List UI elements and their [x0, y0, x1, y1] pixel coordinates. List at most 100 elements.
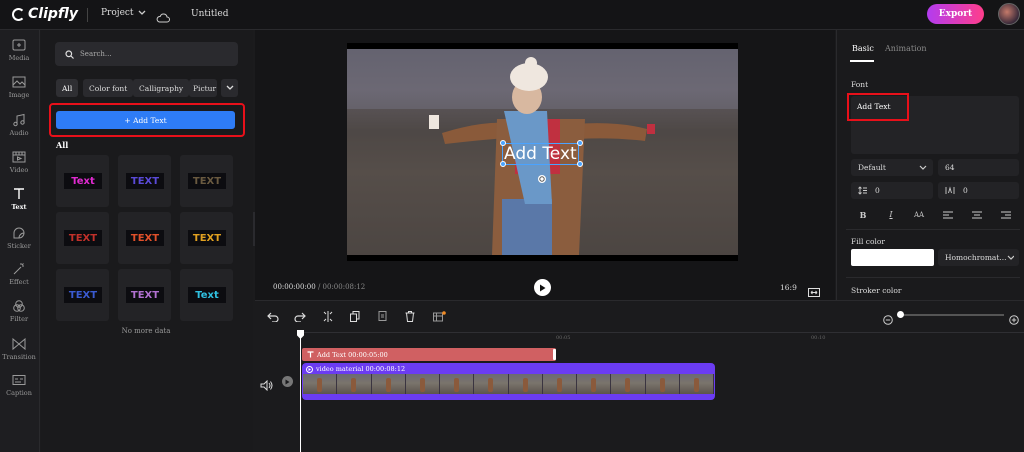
font-family-select[interactable]: Default: [851, 159, 933, 176]
media-icon: [12, 39, 26, 51]
text-style-tile[interactable]: TEXT: [118, 212, 171, 264]
project-menu[interactable]: Project: [101, 8, 146, 18]
clip-trim-handle[interactable]: [553, 349, 556, 360]
split-icon[interactable]: [323, 307, 333, 326]
export-button[interactable]: Export: [927, 4, 984, 24]
stroke-color-label: Stroker color: [851, 286, 902, 295]
text-style-tile[interactable]: TEXT: [180, 212, 233, 264]
text-style-tile[interactable]: TEXT: [118, 155, 171, 207]
redo-icon[interactable]: [294, 307, 306, 326]
rotate-handle-icon[interactable]: [537, 169, 547, 188]
copy-icon[interactable]: [350, 307, 360, 326]
document-title[interactable]: Untitled: [191, 9, 228, 19]
play-icon: [285, 379, 290, 384]
sidebar-item-label: Effect: [9, 278, 29, 286]
sidebar-item-caption[interactable]: Caption: [0, 373, 38, 397]
filmstrip-frame: [645, 374, 680, 394]
italic-button[interactable]: I: [880, 207, 902, 222]
add-text-button[interactable]: + Add Text: [56, 111, 235, 129]
align-left-button[interactable]: [937, 207, 959, 222]
tab-basic[interactable]: Basic: [852, 44, 874, 53]
resize-handle[interactable]: [500, 140, 506, 146]
fill-mode-value: Homochromat...: [945, 253, 1007, 262]
logo-mark-icon: [12, 7, 25, 21]
zoom-out-icon[interactable]: [883, 310, 893, 329]
playhead[interactable]: [300, 332, 301, 452]
search-input[interactable]: Search...: [55, 42, 238, 66]
divider: [846, 277, 1020, 278]
audio-icon: [13, 113, 25, 127]
text-style-tile[interactable]: TEXT: [180, 155, 233, 207]
text-clip[interactable]: Add Text 00:00:05:00: [302, 348, 556, 361]
align-center-icon: [972, 211, 982, 218]
divider: [87, 8, 88, 22]
font-size-input[interactable]: 64: [938, 159, 1019, 176]
aspect-ratio[interactable]: 16:9: [780, 283, 797, 292]
sidebar-item-text[interactable]: Text: [0, 187, 38, 211]
zoom-in-icon[interactable]: [1009, 310, 1019, 329]
sidebar-item-label: Caption: [6, 389, 32, 397]
letter-spacing-icon: [945, 186, 955, 194]
filmstrip-frame: [303, 374, 338, 394]
zoom-slider-knob[interactable]: [897, 311, 904, 318]
image-icon: [12, 76, 26, 88]
filmstrip-frame: [679, 374, 714, 394]
sidebar-item-filter[interactable]: Filter: [0, 299, 38, 323]
resize-handle[interactable]: [577, 140, 583, 146]
text-style-tile[interactable]: Text: [56, 155, 109, 207]
video-icon: [12, 151, 26, 163]
text-style-tile[interactable]: Text: [180, 269, 233, 321]
zoom-slider[interactable]: [900, 314, 1004, 316]
fit-screen-icon[interactable]: [808, 282, 820, 301]
time-display: 00:00:00:00 / 00:00:08:12: [273, 283, 365, 291]
logo-text: Clipfly: [28, 6, 79, 22]
letter-spacing-input[interactable]: 0: [938, 182, 1019, 199]
freeze-frame-icon[interactable]: [433, 307, 446, 326]
chip-all[interactable]: All: [56, 79, 79, 97]
sidebar-item-image[interactable]: Image: [0, 75, 38, 99]
delete-icon[interactable]: [405, 307, 415, 326]
video-clip-label: video material 00:00:08:12: [316, 365, 406, 373]
fill-color-label: Fill color: [851, 237, 885, 246]
fill-color-swatch[interactable]: [851, 249, 934, 266]
text-overlay[interactable]: Add Text: [502, 143, 579, 165]
duplicate-icon[interactable]: [378, 307, 388, 326]
clipfly-logo[interactable]: Clipfly: [12, 6, 78, 22]
resize-handle[interactable]: [577, 161, 583, 167]
sidebar-item-media[interactable]: Media: [0, 38, 38, 62]
text-style-tile[interactable]: TEXT: [118, 269, 171, 321]
chip-picture[interactable]: Pictur: [189, 79, 217, 97]
sidebar-item-transition[interactable]: Transition: [0, 337, 38, 361]
tab-animation[interactable]: Animation: [885, 44, 927, 53]
cloud-icon[interactable]: [156, 8, 170, 27]
align-center-button[interactable]: [966, 207, 988, 222]
volume-icon[interactable]: [260, 376, 274, 395]
filmstrip-frame: [371, 374, 406, 394]
sidebar-item-label: Video: [9, 166, 29, 174]
play-icon: [540, 284, 546, 291]
sidebar-item-sticker[interactable]: Sticker: [0, 226, 38, 250]
fill-mode-select[interactable]: Homochromat...: [938, 249, 1019, 266]
text-style-tile[interactable]: TEXT: [56, 269, 109, 321]
chip-color-font[interactable]: Color font: [83, 79, 134, 97]
video-filmstrip: [303, 374, 714, 394]
sidebar-item-video[interactable]: Video: [0, 150, 38, 174]
uppercase-button[interactable]: AA: [908, 207, 930, 222]
track-play-button[interactable]: [282, 376, 293, 387]
text-style-tile[interactable]: TEXT: [56, 212, 109, 264]
sidebar-item-effect[interactable]: Effect: [0, 262, 38, 286]
chips-more-button[interactable]: [221, 79, 238, 97]
sidebar-item-audio[interactable]: Audio: [0, 113, 38, 137]
line-height-icon: [858, 186, 867, 195]
avatar[interactable]: [998, 3, 1020, 25]
line-spacing-input[interactable]: 0: [851, 182, 933, 199]
bold-button[interactable]: B: [852, 207, 874, 222]
resize-handle[interactable]: [500, 161, 506, 167]
play-button[interactable]: [534, 279, 551, 296]
text-clip-label: Add Text 00:00:05:00: [317, 350, 388, 359]
undo-icon[interactable]: [267, 307, 279, 326]
align-right-button[interactable]: [995, 207, 1017, 222]
sidebar-item-label: Sticker: [7, 242, 31, 250]
chevron-down-icon: [919, 165, 927, 170]
chip-calligraphy[interactable]: Calligraphy: [133, 79, 190, 97]
